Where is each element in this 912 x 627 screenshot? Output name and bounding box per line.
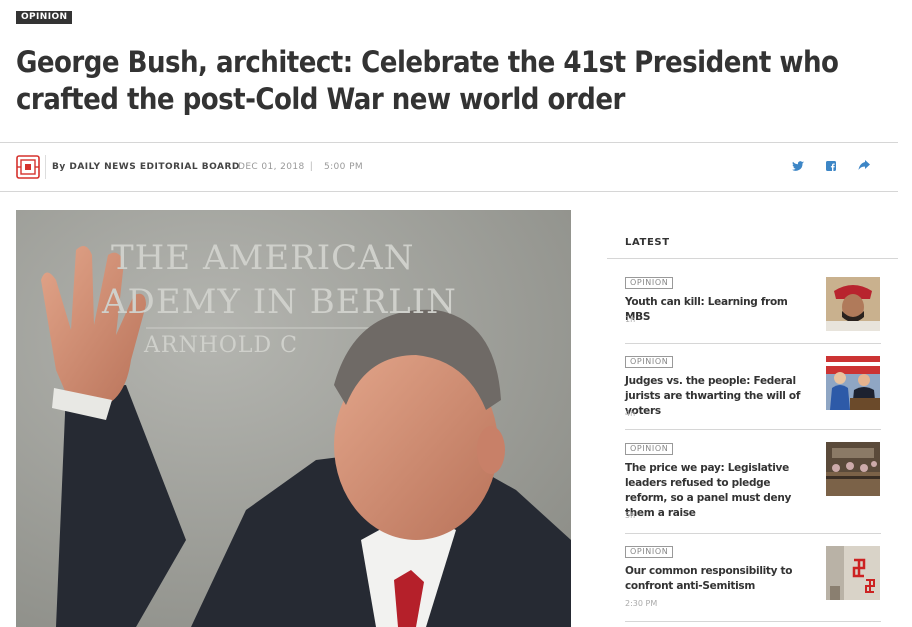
twitter-icon[interactable] [790,158,806,174]
story-title[interactable]: The price we pay: Legislative leaders re… [625,461,815,521]
latest-story[interactable]: OPINION The price we pay: Legislative le… [607,430,881,534]
byline-separator: | [310,161,313,172]
story-tag[interactable]: OPINION [625,277,674,289]
story-title[interactable]: Judges vs. the people: Federal jurists a… [625,374,815,419]
latest-story[interactable]: OPINION Judges vs. the people: Federal j… [607,344,881,430]
latest-title: LATEST [625,237,670,248]
story-thumbnail[interactable] [826,277,880,331]
share-icon[interactable] [856,158,872,174]
hero-photo[interactable]: THE AMERICAN ADEMY IN BERLIN ARNHOLD C [16,210,571,627]
story-tag[interactable]: OPINION [625,546,674,558]
byline-bar: By DAILY NEWS EDITORIAL BOARD DEC 01, 20… [0,142,898,192]
latest-header: LATEST [607,230,898,259]
story-tag[interactable]: OPINION [625,356,674,368]
byline-date: DEC 01, 2018 [238,162,305,172]
section-tag[interactable]: OPINION [16,11,73,24]
story-thumbnail[interactable] [826,546,880,600]
hero-sign-line2: ADEMY IN BERLIN [102,282,457,322]
byline-author[interactable]: By DAILY NEWS EDITORIAL BOARD [52,162,240,172]
story-tag[interactable]: OPINION [625,443,674,455]
story-title[interactable]: Our common responsibility to confront an… [625,564,815,594]
story-time: 5h [625,511,636,520]
byline-time: 5:00 PM [324,162,364,172]
story-divider [625,621,881,622]
hero-sign-line1: THE AMERICAN [111,238,415,278]
facebook-icon[interactable] [823,158,839,174]
hero-sign-line3: ARNHOLD C [144,333,298,358]
story-time: 1h [625,315,636,324]
story-time: 2:30 PM [625,599,658,608]
story-title[interactable]: Youth can kill: Learning from MBS [625,295,815,325]
story-thumbnail[interactable] [826,356,880,410]
latest-story[interactable]: OPINION Our common responsibility to con… [607,534,881,622]
story-thumbnail[interactable] [826,442,880,496]
daily-news-logo-icon [16,155,40,179]
story-time: 4h [625,409,636,418]
byline-divider [45,155,46,179]
article-headline: George Bush, architect: Celebrate the 41… [16,45,839,116]
latest-story[interactable]: OPINION Youth can kill: Learning from MB… [607,260,881,344]
